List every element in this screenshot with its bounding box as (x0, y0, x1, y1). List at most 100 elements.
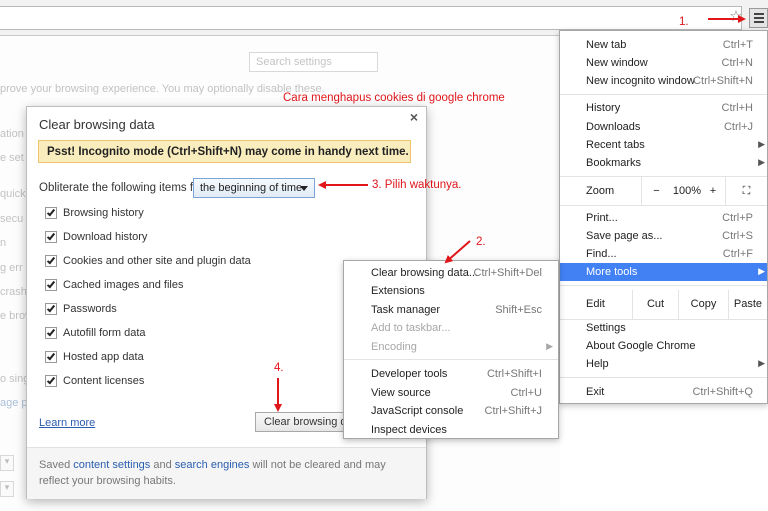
option-label: Cached images and files (63, 279, 184, 291)
menu-item-bookmarks[interactable]: Bookmarks ▶ (560, 154, 767, 172)
checkbox[interactable] (45, 255, 57, 267)
menu-item-exit[interactable]: Exit Ctrl+Shift+Q (560, 383, 767, 401)
clear-browsing-data-button[interactable]: Clear browsing data (255, 412, 355, 432)
option-label: Content licenses (63, 375, 145, 387)
search-engines-link[interactable]: search engines (175, 459, 250, 471)
menu-item-label: About Google Chrome (586, 340, 696, 352)
menu-line-icon (754, 17, 764, 19)
menu-item-downloads[interactable]: Downloads Ctrl+J (560, 118, 767, 136)
footer-text: Saved (39, 459, 74, 471)
bookmark-star-icon[interactable]: ☆ (728, 8, 744, 26)
menu-item-print[interactable]: Print... Ctrl+P (560, 209, 767, 227)
settings-bg-text: g err (0, 262, 23, 274)
submenu-arrow-icon: ▶ (758, 139, 765, 149)
submenu-item-inspect-devices[interactable]: Inspect devices (344, 421, 558, 439)
menu-item-help[interactable]: Help ▶ (560, 355, 767, 373)
menu-item-label: Extensions (371, 285, 425, 297)
option-label: Download history (63, 231, 148, 243)
settings-bg-text: secu (0, 213, 24, 225)
submenu-item-add-to-taskbar: Add to taskbar... (344, 319, 558, 337)
option-label: Hosted app data (63, 351, 144, 363)
checkbox[interactable] (45, 207, 57, 219)
submenu-item-extensions[interactable]: Extensions (344, 282, 558, 300)
menu-line-icon (754, 21, 764, 23)
checkbox[interactable] (45, 327, 57, 339)
cut-button[interactable]: Cut (632, 290, 678, 319)
checkbox[interactable] (45, 375, 57, 387)
menu-item-label: Downloads (586, 121, 641, 133)
menu-item-new-incognito[interactable]: New incognito window Ctrl+Shift+N (560, 72, 767, 90)
checkmark-icon (46, 303, 56, 313)
zoom-in-button[interactable]: + (703, 177, 723, 205)
search-settings-input[interactable]: Search settings (249, 52, 378, 72)
menu-item-shortcut: Ctrl+Shift+I (486, 368, 542, 380)
menu-item-label: More tools (586, 266, 638, 278)
submenu-arrow-icon: ▶ (758, 157, 765, 167)
menu-item-new-tab[interactable]: New tab Ctrl+T (560, 36, 767, 54)
checkbox[interactable] (45, 231, 57, 243)
menu-item-recent-tabs[interactable]: Recent tabs ▶ (560, 136, 767, 154)
menu-item-label: History (586, 102, 621, 114)
menu-item-shortcut: Ctrl+Shift+J (484, 405, 542, 417)
fullscreen-icon[interactable]: ⛶ (725, 177, 767, 205)
menu-item-about[interactable]: About Google Chrome (560, 337, 767, 355)
checkmark-icon (46, 279, 56, 289)
checkbox[interactable] (45, 303, 57, 315)
copy-button[interactable]: Copy (678, 290, 728, 319)
zoom-out-button[interactable]: − (641, 177, 671, 205)
menu-item-label: Task manager (371, 304, 441, 316)
submenu-item-view-source[interactable]: View source Ctrl+U (344, 384, 558, 402)
submenu-item-clear-browsing-data[interactable]: Clear browsing data... Ctrl+Shift+Del (344, 264, 558, 282)
menu-item-label: Find... (586, 248, 617, 260)
checkbox[interactable] (45, 351, 57, 363)
menu-item-label: New incognito window (586, 75, 695, 87)
menu-divider (560, 285, 767, 286)
settings-bg-link: age p (0, 397, 28, 409)
checkmark-icon (46, 231, 56, 241)
settings-bg-text: prove your browsing experience. You may … (0, 83, 325, 95)
incognito-hint-banner: Psst! Incognito mode (Ctrl+Shift+N) may … (38, 140, 411, 163)
menu-item-label: JavaScript console (371, 405, 464, 417)
menu-item-history[interactable]: History Ctrl+H (560, 99, 767, 117)
submenu-item-developer-tools[interactable]: Developer tools Ctrl+Shift+I (344, 365, 558, 383)
menu-item-label: Add to taskbar... (371, 322, 451, 334)
time-range-value: the beginning of time (200, 182, 303, 194)
settings-bg-text: e set (0, 152, 24, 164)
menu-item-shortcut: Ctrl+P (722, 212, 753, 224)
submenu-item-task-manager[interactable]: Task manager Shift+Esc (344, 301, 558, 319)
menu-item-shortcut: Shift+Esc (495, 304, 542, 316)
menu-item-label: Recent tabs (586, 139, 645, 151)
option-label: Browsing history (63, 207, 144, 219)
menu-item-label: Bookmarks (586, 157, 642, 169)
menu-item-shortcut: Ctrl+F (722, 248, 753, 260)
obliterate-label: Obliterate the following items from: (39, 182, 217, 194)
dialog-title: Clear browsing data (39, 117, 155, 132)
menu-item-new-window[interactable]: New window Ctrl+N (560, 54, 767, 72)
menu-item-save-page[interactable]: Save page as... Ctrl+S (560, 227, 767, 245)
address-bar[interactable] (0, 6, 742, 30)
close-icon[interactable]: × (410, 109, 418, 125)
menu-item-label: Zoom (586, 185, 615, 197)
menu-item-find[interactable]: Find... Ctrl+F (560, 245, 767, 263)
submenu-arrow-icon: ▶ (758, 266, 765, 276)
paste-button[interactable]: Paste (728, 290, 767, 319)
menu-item-more-tools[interactable]: More tools ▶ (560, 263, 767, 281)
menu-item-shortcut: Ctrl+H (721, 102, 753, 114)
content-settings-link[interactable]: content settings (73, 459, 150, 471)
annotation-step-1: 1. (679, 16, 689, 28)
submenu-item-javascript-console[interactable]: JavaScript console Ctrl+Shift+J (344, 402, 558, 420)
time-range-select[interactable]: the beginning of time (193, 178, 315, 198)
menu-item-shortcut: Ctrl+S (722, 230, 753, 242)
dialog-footer: Saved content settings and search engine… (27, 447, 426, 499)
menu-item-shortcut: Ctrl+Shift+N (693, 75, 753, 87)
chrome-menu-button[interactable] (749, 8, 768, 28)
menu-item-label: Exit (586, 386, 605, 398)
settings-bg-dropdown: ▾ (0, 455, 14, 471)
learn-more-link[interactable]: Learn more (39, 417, 95, 429)
checkmark-icon (46, 327, 56, 337)
menu-item-label: Print... (586, 212, 618, 224)
footer-text: and (150, 459, 175, 471)
checkbox[interactable] (45, 279, 57, 291)
menu-item-shortcut: Ctrl+U (510, 387, 542, 399)
menu-item-settings[interactable]: Settings (560, 319, 767, 337)
